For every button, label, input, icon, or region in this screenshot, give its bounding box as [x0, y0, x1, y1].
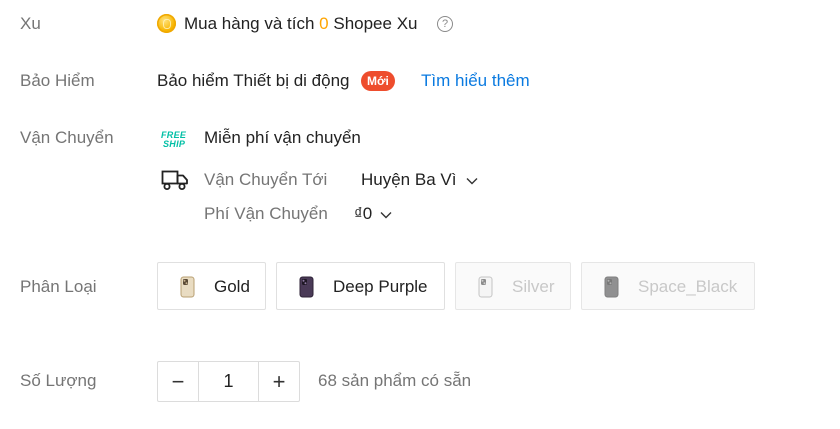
variant-label-deep-purple: Deep Purple — [333, 277, 428, 296]
variant-option-deep-purple[interactable]: Deep Purple — [276, 262, 445, 310]
shipping-fee-value[interactable]: ₫0 — [354, 204, 372, 224]
xu-prefix: Mua hàng và tích — [184, 14, 315, 33]
chevron-down-icon[interactable] — [465, 174, 479, 188]
shipping-label: Vận Chuyển — [20, 128, 114, 147]
variant-label-gold: Gold — [214, 277, 250, 296]
insurance-text: Bảo hiểm Thiết bị di động — [157, 71, 350, 90]
xu-text: Mua hàng và tích 0 Shopee Xu — [184, 14, 418, 34]
shipping-fee-label: Phí Vận Chuyển — [204, 204, 328, 223]
increment-button[interactable]: + — [259, 362, 299, 401]
help-icon[interactable]: ? — [437, 16, 453, 32]
phone-thumbnail-icon — [180, 276, 195, 298]
decrement-button[interactable]: − — [158, 362, 198, 401]
quantity-label: Số Lượng — [20, 371, 97, 390]
phone-thumbnail-icon — [299, 276, 314, 298]
variant-label: Phân Loại — [20, 277, 97, 296]
phone-thumbnail-icon — [604, 276, 619, 298]
truck-icon — [161, 170, 188, 190]
shopee-coin-icon — [157, 14, 176, 33]
xu-count: 0 — [319, 14, 329, 33]
variant-option-space-black: Space_Black — [581, 262, 755, 310]
chevron-down-icon[interactable] — [379, 208, 393, 222]
freeship-icon: FREE SHIP — [161, 131, 191, 149]
free-shipping-text: Miễn phí vận chuyển — [204, 128, 361, 147]
variant-option-gold[interactable]: Gold — [157, 262, 266, 310]
variant-option-silver: Silver — [455, 262, 571, 310]
learn-more-link[interactable]: Tìm hiểu thêm — [421, 71, 530, 91]
stock-text: 68 sản phẩm có sẵn — [318, 371, 472, 390]
variant-label-silver: Silver — [512, 277, 555, 296]
quantity-stepper: − 1 + — [157, 361, 300, 402]
insurance-label: Bảo Hiểm — [20, 71, 95, 90]
xu-suffix: Shopee Xu — [333, 14, 418, 33]
xu-label: Xu — [20, 14, 41, 33]
variant-label-space-black: Space_Black — [638, 277, 738, 296]
ship-to-value[interactable]: Huyện Ba Vì — [361, 170, 456, 190]
new-badge: Mới — [361, 71, 395, 91]
quantity-input[interactable]: 1 — [198, 362, 259, 401]
phone-thumbnail-icon — [478, 276, 493, 298]
freeship-logo-line2: SHIP — [163, 139, 186, 149]
ship-to-label: Vận Chuyển Tới — [204, 170, 328, 189]
